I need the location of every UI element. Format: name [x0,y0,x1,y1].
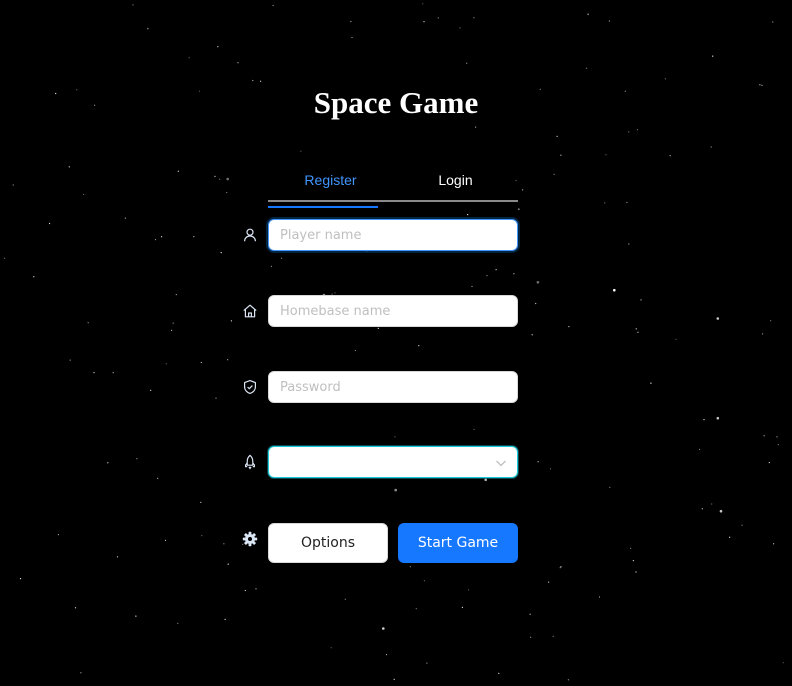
gear-icon [242,531,258,547]
tab-register[interactable]: Register [268,164,393,208]
ship-select[interactable] [268,446,518,478]
options-button[interactable]: Options [268,523,388,563]
homebase-name-input[interactable] [268,295,518,327]
password-input[interactable] [268,371,518,403]
rocket-icon [242,454,258,470]
shield-icon [242,379,258,395]
user-icon [242,227,258,243]
tab-login[interactable]: Login [393,164,518,202]
home-icon [242,303,258,319]
auth-tabs: Register Login [268,164,518,208]
page-title: Space Game [313,85,479,120]
start-game-button[interactable]: Start Game [398,523,518,563]
chevron-down-icon [495,456,507,474]
player-name-input[interactable] [268,219,518,251]
